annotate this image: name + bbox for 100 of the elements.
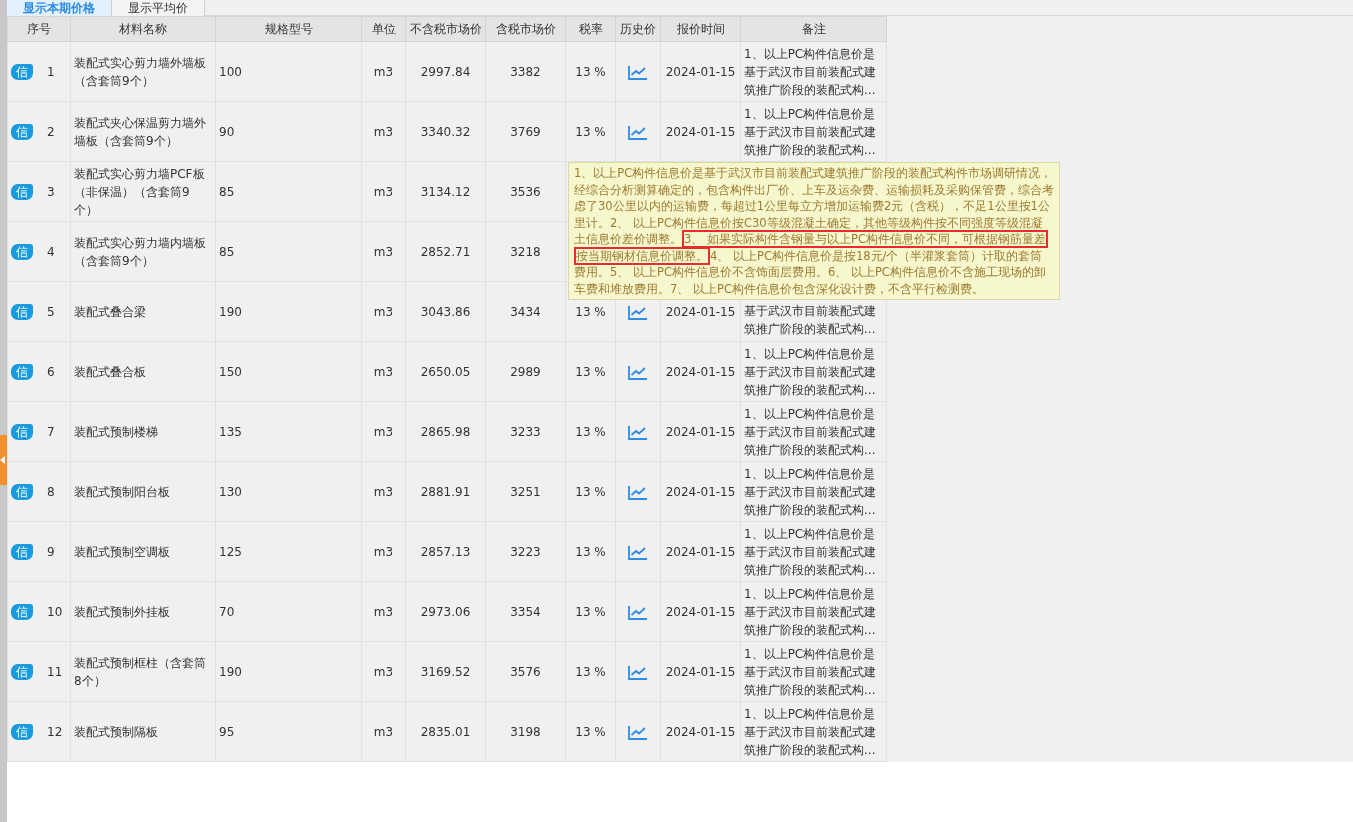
line-chart-icon[interactable] (628, 484, 648, 500)
table-cell: 3769 (485, 101, 566, 162)
info-badge[interactable]: 信 (11, 303, 33, 320)
note-text: 1、以上PC构件信息价是基于武汉市目前装配式建筑推广阶段的装配式构... (744, 645, 877, 699)
line-chart-icon[interactable] (628, 604, 648, 620)
table-cell: 装配式预制楼梯 (70, 401, 216, 462)
note-text: 1、以上PC构件信息价是基于武汉市目前装配式建筑推广阶段的装配式构... (744, 465, 877, 519)
info-badge[interactable]: 信 (11, 363, 33, 380)
table-cell: 3223 (485, 521, 566, 582)
note-text: 1、以上PC构件信息价是基于武汉市目前装配式建筑推广阶段的装配式构... (744, 105, 877, 159)
column-header: 材料名称 (70, 16, 216, 42)
table-cell: 13 % (565, 41, 616, 102)
table-cell: 13 % (565, 101, 616, 162)
collapse-handle[interactable] (0, 435, 7, 485)
info-badge[interactable]: 信 (11, 423, 33, 440)
table-cell: 125 (215, 521, 362, 582)
info-badge[interactable]: 信 (11, 183, 33, 200)
table-cell: 2024-01-15 (660, 401, 741, 462)
info-badge[interactable]: 信 (11, 123, 33, 140)
table-cell: 2024-01-15 (660, 461, 741, 522)
table-cell: 装配式叠合板 (70, 341, 216, 402)
column-header: 税率 (565, 16, 616, 42)
info-badge[interactable]: 信 (11, 543, 33, 560)
column-header: 历史价 (615, 16, 661, 42)
table-cell: 3354 (485, 581, 566, 642)
tab[interactable]: 显示本期价格 (7, 0, 112, 16)
table-cell: m3 (361, 581, 406, 642)
info-badge[interactable]: 信 (11, 63, 33, 80)
table-cell: 13 % (565, 641, 616, 702)
row-number: 10 (47, 603, 63, 621)
table-cell: 装配式预制隔板 (70, 701, 216, 762)
note-text: 1、以上PC构件信息价是基于武汉市目前装配式建筑推广阶段的装配式构... (744, 585, 877, 639)
table-cell: 装配式实心剪力墙内墙板（含套筒9个） (70, 221, 216, 282)
info-badge[interactable]: 信 (11, 723, 33, 740)
collapse-icon (0, 456, 5, 464)
table-cell: 13 % (565, 521, 616, 582)
table-cell: 2024-01-15 (660, 341, 741, 402)
row-number: 9 (47, 543, 55, 561)
column-header: 备注 (740, 16, 887, 42)
table-cell: 3382 (485, 41, 566, 102)
table-cell: 装配式预制阳台板 (70, 461, 216, 522)
table-cell: m3 (361, 161, 406, 222)
table-cell: 2857.13 (405, 521, 486, 582)
table-cell: 2024-01-15 (660, 641, 741, 702)
column-header: 单位 (361, 16, 406, 42)
tab[interactable]: 显示平均价 (112, 0, 205, 16)
line-chart-icon[interactable] (628, 724, 648, 740)
table-cell: 3340.32 (405, 101, 486, 162)
line-chart-icon[interactable] (628, 364, 648, 380)
info-badge[interactable]: 信 (11, 483, 33, 500)
table-cell: 190 (215, 641, 362, 702)
table-cell: 装配式叠合梁 (70, 281, 216, 342)
info-badge[interactable]: 信 (11, 243, 33, 260)
table-cell: 130 (215, 461, 362, 522)
table-cell: m3 (361, 641, 406, 702)
note-text: 基于武汉市目前装配式建筑推广阶段的装配式构... (744, 303, 877, 338)
table-cell: 3134.12 (405, 161, 486, 222)
table-cell: 2835.01 (405, 701, 486, 762)
line-chart-icon[interactable] (628, 424, 648, 440)
line-chart-icon[interactable] (628, 544, 648, 560)
table-cell: m3 (361, 341, 406, 402)
table-cell: 装配式预制框柱（含套筒8个） (70, 641, 216, 702)
line-chart-icon[interactable] (628, 64, 648, 80)
line-chart-icon[interactable] (628, 124, 648, 140)
row-number: 12 (47, 723, 63, 741)
line-chart-icon[interactable] (628, 304, 648, 320)
line-chart-icon[interactable] (628, 664, 648, 680)
table-cell: 135 (215, 401, 362, 462)
table-cell: m3 (361, 101, 406, 162)
table-cell: 2024-01-15 (660, 101, 741, 162)
row-number: 8 (47, 483, 55, 501)
row-number: 3 (47, 183, 55, 201)
table-cell: 13 % (565, 461, 616, 522)
column-header: 含税市场价 (485, 16, 566, 42)
info-badge[interactable]: 信 (11, 663, 33, 680)
row-number: 6 (47, 363, 55, 381)
table-cell: m3 (361, 281, 406, 342)
note-text: 1、以上PC构件信息价是基于武汉市目前装配式建筑推广阶段的装配式构... (744, 345, 877, 399)
table-cell: 3251 (485, 461, 566, 522)
info-badge[interactable]: 信 (11, 603, 33, 620)
row-number: 2 (47, 123, 55, 141)
table-cell: 3536 (485, 161, 566, 222)
table-cell: 装配式实心剪力墙外墙板（含套筒9个） (70, 41, 216, 102)
table-cell: m3 (361, 701, 406, 762)
table-cell: 13 % (565, 581, 616, 642)
table-cell: m3 (361, 401, 406, 462)
table-cell: 150 (215, 341, 362, 402)
table-cell: 3169.52 (405, 641, 486, 702)
table-cell: 13 % (565, 341, 616, 402)
table-cell: 装配式预制外挂板 (70, 581, 216, 642)
table-cell: 90 (215, 101, 362, 162)
table-cell: 13 % (565, 701, 616, 762)
table-cell: 70 (215, 581, 362, 642)
table-cell: m3 (361, 41, 406, 102)
table-cell: m3 (361, 221, 406, 282)
table-cell: 2973.06 (405, 581, 486, 642)
note-text: 1、以上PC构件信息价是基于武汉市目前装配式建筑推广阶段的装配式构... (744, 705, 877, 759)
note-text: 1、以上PC构件信息价是基于武汉市目前装配式建筑推广阶段的装配式构... (744, 525, 877, 579)
row-number: 5 (47, 303, 55, 321)
table-cell: 2024-01-15 (660, 581, 741, 642)
